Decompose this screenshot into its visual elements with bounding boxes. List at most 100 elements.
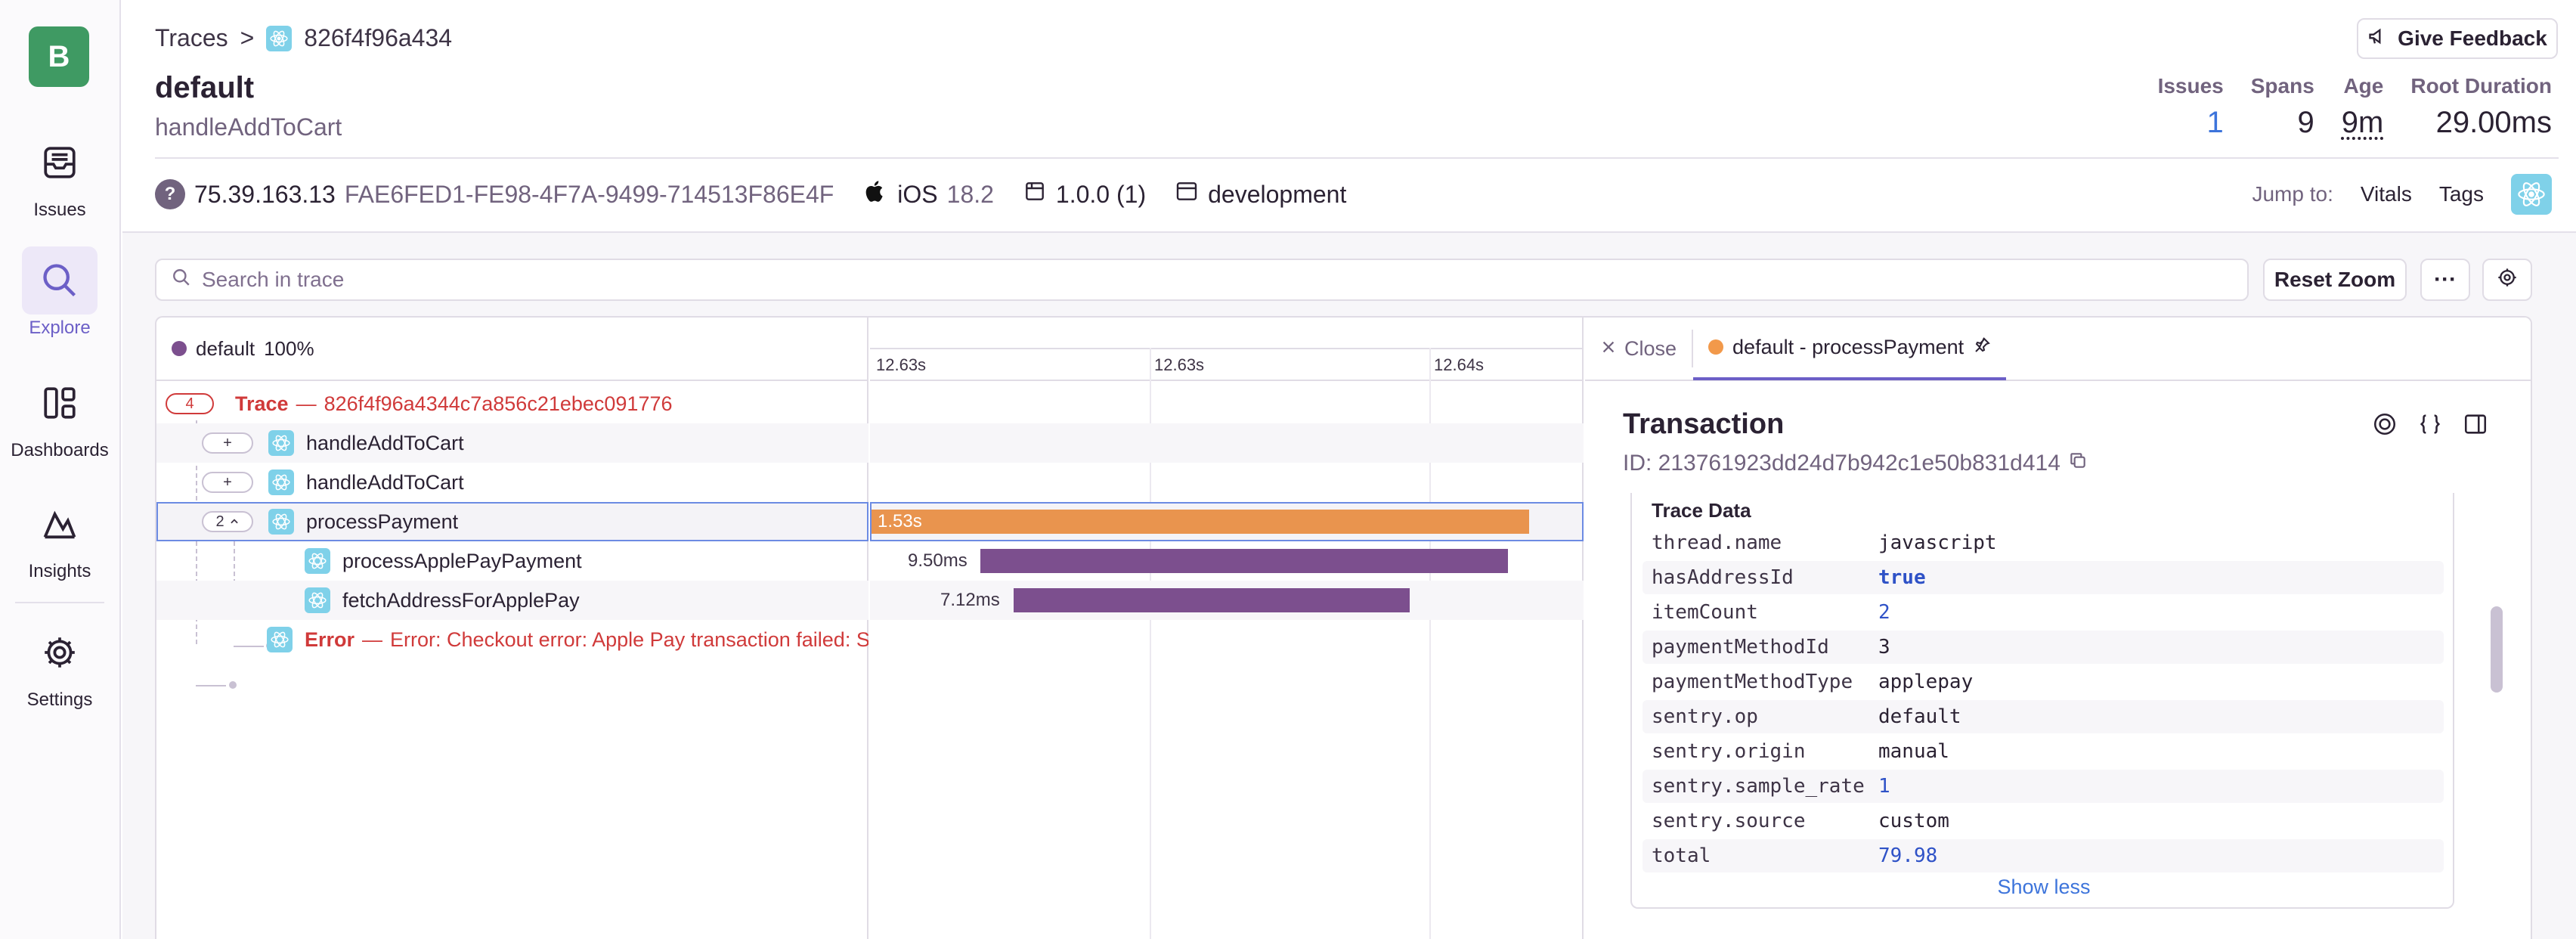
timeline-axis xyxy=(870,348,1584,349)
sidebar-item-label: Insights xyxy=(28,561,91,581)
section-title: Trace Data xyxy=(1652,499,1751,522)
sidebar-item-settings[interactable]: Settings xyxy=(0,618,119,711)
react-icon xyxy=(267,627,293,652)
give-feedback-button[interactable]: Give Feedback xyxy=(2357,18,2558,59)
sidebar-item-insights[interactable]: Insights xyxy=(0,490,119,582)
timeline-row-selected[interactable]: 1.53s xyxy=(870,502,1584,541)
expand-toggle[interactable]: + xyxy=(202,432,253,454)
kv-row: sentry.sample_rate 1 xyxy=(1643,770,2444,803)
json-braces-icon[interactable] xyxy=(2417,411,2443,442)
legend-dot xyxy=(172,341,187,356)
search-icon xyxy=(172,268,191,293)
stat-value: 29.00ms xyxy=(2435,106,2552,139)
trace-search-box[interactable] xyxy=(155,259,2249,301)
waterfall-settings-button[interactable] xyxy=(2482,259,2532,301)
span-duration: 1.53s xyxy=(878,511,922,531)
kv-key: total xyxy=(1652,844,1711,867)
kv-value: custom xyxy=(1878,810,1949,832)
span-row-selected[interactable]: 2 processPayment xyxy=(156,502,868,541)
search-icon xyxy=(22,246,98,315)
legend-name: default xyxy=(196,336,255,360)
trace-data-section: Trace Data thread.name javascript hasAddr… xyxy=(1630,493,2454,909)
stat-label: Issues xyxy=(2157,74,2224,98)
panel-layout-icon[interactable] xyxy=(2463,411,2488,442)
tab-transaction[interactable]: default - processPayment xyxy=(1693,318,2007,380)
tree-connector xyxy=(196,685,226,686)
kv-row: paymentMethodType applepay xyxy=(1643,665,2444,699)
breadcrumb-separator: > xyxy=(240,24,255,51)
scrollbar-track[interactable] xyxy=(2491,493,2503,939)
span-bar-processPayment[interactable] xyxy=(872,510,1529,534)
close-detail-button[interactable]: Close xyxy=(1585,330,1694,367)
sidebar-item-dashboards[interactable]: Dashboards xyxy=(0,369,119,461)
timeline-header: 12.63s 12.63s 12.64s xyxy=(870,318,1584,381)
error-dash: — xyxy=(362,628,383,651)
kv-value: 79.98 xyxy=(1878,844,1938,867)
pin-icon[interactable] xyxy=(1973,336,1991,359)
span-bar-fetchAddressForApplePay[interactable] xyxy=(1014,588,1410,612)
react-icon xyxy=(268,430,294,456)
window-icon xyxy=(1175,179,1199,209)
more-options-button[interactable]: ··· xyxy=(2420,259,2470,301)
kv-value: default xyxy=(1878,705,1961,728)
span-row[interactable]: + handleAddToCart xyxy=(156,423,868,463)
collapse-toggle[interactable]: 2 xyxy=(202,511,253,532)
span-name: fetchAddressForApplePay xyxy=(342,588,580,612)
release-version[interactable]: 1.0.0 (1) xyxy=(1056,181,1146,209)
close-label: Close xyxy=(1624,336,1677,360)
kv-value: applepay xyxy=(1878,671,1974,693)
span-name: processApplePayPayment xyxy=(342,549,582,572)
stat-label: Age xyxy=(2343,74,2384,98)
copy-icon[interactable] xyxy=(2068,451,2088,476)
detail-scroll-area[interactable]: Trace Data thread.name javascript hasAddr… xyxy=(1615,493,2503,939)
child-count: 2 xyxy=(215,513,224,530)
jump-to-tags[interactable]: Tags xyxy=(2439,182,2484,206)
kv-value: 2 xyxy=(1878,601,1890,624)
error-row[interactable]: Error — Error: Checkout error: Apple Pay… xyxy=(156,620,868,659)
trace-root-row[interactable]: 4 Trace — 826f4f96a4344c7a856c21ebec0917… xyxy=(156,384,868,423)
os-version: 18.2 xyxy=(946,180,994,208)
device-id: FAE6FED1-FE98-4F7A-9499-714513F86E4F xyxy=(344,180,834,208)
trace-dash: — xyxy=(296,392,317,415)
breadcrumb-traces-link[interactable]: Traces xyxy=(155,24,228,52)
tree-header: default 100% xyxy=(156,318,868,381)
sidebar-item-issues[interactable]: Issues xyxy=(0,129,119,221)
jump-to-vitals[interactable]: Vitals xyxy=(2361,182,2412,206)
sidebar-item-label: Issues xyxy=(33,200,86,220)
kv-row: sentry.source custom xyxy=(1643,804,2444,838)
span-row[interactable]: processApplePayPayment xyxy=(156,541,868,581)
scrollbar-thumb[interactable] xyxy=(2491,606,2503,693)
target-icon[interactable] xyxy=(2372,411,2398,442)
trace-search-input[interactable] xyxy=(202,268,2167,292)
kv-value: true xyxy=(1878,566,1926,589)
reset-zoom-button[interactable]: Reset Zoom xyxy=(2263,259,2407,301)
span-detail-panel: Close default - processPayment Transacti… xyxy=(1585,318,2531,939)
kv-key: sentry.op xyxy=(1652,705,1758,728)
environment-name: development xyxy=(1208,180,1347,208)
org-avatar[interactable]: B xyxy=(29,26,89,87)
legend-percent: 100% xyxy=(264,336,314,360)
user-meta: ? 75.39.163.13 FAE6FED1-FE98-4F7A-9499-7… xyxy=(155,179,834,209)
kv-key: paymentMethodId xyxy=(1652,636,1829,659)
stat-issues-link[interactable]: 1 xyxy=(2158,106,2224,140)
span-row[interactable]: fetchAddressForApplePay xyxy=(156,581,868,620)
timeline-row[interactable]: 7.12ms xyxy=(870,581,1584,620)
span-bar-processApplePayPayment[interactable] xyxy=(980,549,1508,573)
kv-row: total 79.98 xyxy=(1643,839,2444,872)
sidebar-item-explore[interactable]: Explore xyxy=(0,246,119,339)
page-subtitle: handleAddToCart xyxy=(155,113,342,141)
react-icon xyxy=(305,548,330,574)
kv-key: sentry.source xyxy=(1652,810,1806,832)
tick-label: 12.64s xyxy=(1434,355,1485,374)
page-title: default xyxy=(155,71,255,104)
kv-row: sentry.op default xyxy=(1643,700,2444,733)
timeline: 12.63s 12.63s 12.64s 1.53s 9.50ms 7.12ms xyxy=(870,318,1584,939)
stat-age: Age 9m xyxy=(2342,74,2384,140)
span-row[interactable]: + handleAddToCart xyxy=(156,463,868,502)
environment-meta: development xyxy=(1175,179,1346,209)
gear-icon xyxy=(22,618,98,686)
timeline-row[interactable]: 9.50ms xyxy=(870,541,1584,581)
expand-toggle[interactable]: + xyxy=(202,472,253,493)
kv-key: sentry.sample_rate xyxy=(1652,775,1865,798)
show-less-button[interactable]: Show less xyxy=(1632,875,2456,899)
